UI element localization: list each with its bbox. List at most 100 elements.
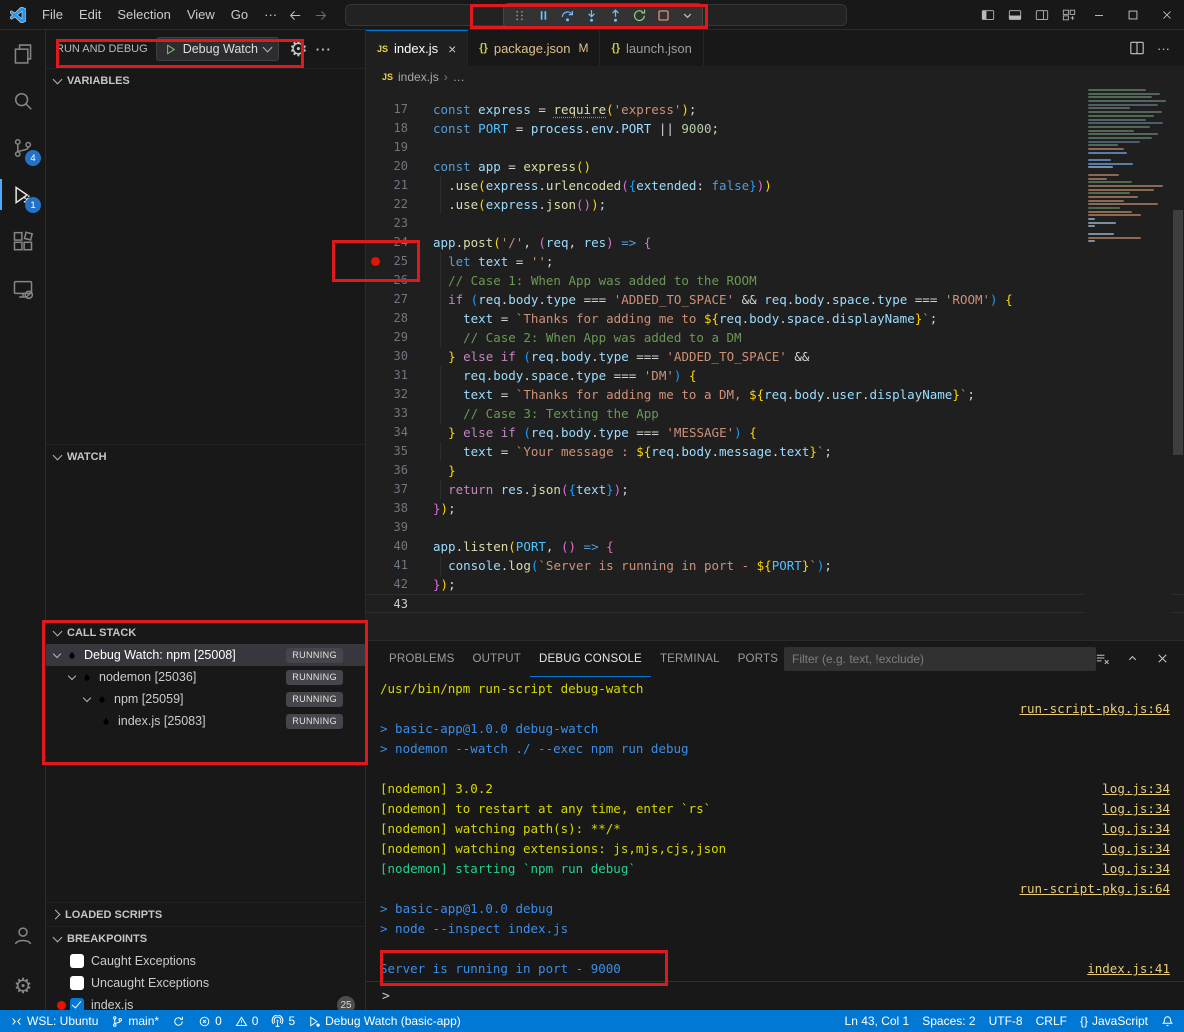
scrollbar-thumb[interactable] (1173, 210, 1183, 455)
status-cursor-position[interactable]: Ln 43, Col 1 (845, 1014, 910, 1028)
debug-session-dropdown[interactable] (675, 5, 699, 27)
code-line[interactable]: 26 // Case 1: When App was added to the … (366, 271, 1184, 290)
status-git-branch[interactable]: main* (111, 1014, 159, 1028)
section-breakpoints[interactable]: BREAKPOINTS (46, 926, 365, 950)
go-forward-icon[interactable] (313, 8, 328, 23)
menu-view[interactable]: View (179, 4, 223, 25)
code-line[interactable]: 43 (366, 594, 1184, 613)
breakpoint-row[interactable]: Uncaught Exceptions (46, 972, 365, 994)
line-number[interactable]: 31 (384, 366, 408, 385)
panel-tab-output[interactable]: OUTPUT (464, 641, 530, 677)
call-stack-row[interactable]: index.js [25083]RUNNING (46, 710, 365, 732)
code-line[interactable]: 37 return res.json({text}); (366, 480, 1184, 499)
close-window-button[interactable] (1150, 0, 1184, 30)
activity-run-and-debug[interactable]: 1 (0, 171, 46, 218)
clear-console-button[interactable] (1095, 651, 1110, 666)
status-warnings-count[interactable]: 0 (235, 1014, 259, 1028)
breakpoint-gutter[interactable] (366, 214, 384, 233)
code-line[interactable]: 28 text = `Thanks for adding me to ${req… (366, 309, 1184, 328)
line-number[interactable]: 34 (384, 423, 408, 442)
stop-button[interactable] (651, 5, 675, 27)
line-number[interactable]: 33 (384, 404, 408, 423)
breakpoint-gutter[interactable] (366, 556, 384, 575)
launch-config-dropdown[interactable]: Debug Watch (156, 37, 279, 61)
code-line[interactable]: 40app.listen(PORT, () => { (366, 537, 1184, 556)
breakpoint-row[interactable]: Caught Exceptions (46, 950, 365, 972)
status-forwarded-ports[interactable]: 5 (271, 1014, 295, 1028)
breadcrumb-symbol[interactable]: … (453, 70, 465, 84)
breakpoint-gutter[interactable] (366, 442, 384, 461)
breakpoint-gutter[interactable] (366, 119, 384, 138)
code-text[interactable]: } else if (req.body.type === 'ADDED_TO_S… (408, 347, 809, 366)
breakpoint-gutter[interactable] (366, 157, 384, 176)
code-text[interactable]: // Case 1: When App was added to the ROO… (408, 271, 757, 290)
tab-launch-json[interactable]: {}launch.json (600, 30, 703, 66)
section-watch[interactable]: WATCH (46, 444, 365, 468)
maximize-panel-button[interactable] (1125, 651, 1140, 666)
activity-manage-settings[interactable]: ⚙ (0, 963, 46, 1010)
code-text[interactable]: const PORT = process.env.PORT || 9000; (408, 119, 719, 138)
customize-layout-button[interactable] (1055, 0, 1082, 30)
breakpoint-gutter[interactable] (366, 595, 384, 612)
breakpoint-gutter[interactable] (366, 404, 384, 423)
editor-more-icon[interactable]: ··· (1157, 41, 1170, 56)
code-line[interactable]: 39 (366, 518, 1184, 537)
code-line[interactable]: 30 } else if (req.body.type === 'ADDED_T… (366, 347, 1184, 366)
line-number[interactable]: 17 (384, 100, 408, 119)
code-text[interactable]: app.post('/', (req, res) => { (408, 233, 651, 252)
breakpoint-gutter[interactable] (366, 366, 384, 385)
breakpoint-gutter[interactable] (366, 461, 384, 480)
code-line[interactable]: 38}); (366, 499, 1184, 518)
breakpoint-checkbox[interactable] (70, 998, 84, 1010)
menu-go[interactable]: Go (223, 4, 256, 25)
status-debug-status[interactable]: Debug Watch (basic-app) (308, 1014, 461, 1028)
code-line[interactable]: 31 req.body.space.type === 'DM') { (366, 366, 1184, 385)
breakpoint-gutter[interactable] (366, 195, 384, 214)
line-number[interactable]: 39 (384, 518, 408, 537)
code-line[interactable]: 20const app = express() (366, 157, 1184, 176)
source-link[interactable]: log.js:34 (1102, 859, 1170, 879)
line-number[interactable]: 20 (384, 157, 408, 176)
code-text[interactable]: text = `Thanks for adding me to a DM, ${… (408, 385, 975, 404)
code-line[interactable]: 29 // Case 2: When App was added to a DM (366, 328, 1184, 347)
activity-search[interactable] (0, 77, 46, 124)
tab-index-js[interactable]: JSindex.js× (366, 30, 468, 66)
source-link[interactable]: log.js:34 (1102, 799, 1170, 819)
code-text[interactable] (408, 518, 433, 537)
line-number[interactable]: 30 (384, 347, 408, 366)
code-text[interactable]: }); (408, 575, 456, 594)
breakpoint-gutter[interactable] (366, 309, 384, 328)
code-text[interactable]: text = `Thanks for adding me to ${req.bo… (408, 309, 937, 328)
breakpoint-gutter[interactable] (366, 518, 384, 537)
tab-package-json[interactable]: {}package.jsonM (468, 30, 600, 66)
code-text[interactable] (408, 138, 433, 157)
code-text[interactable]: if (req.body.type === 'ADDED_TO_SPACE' &… (408, 290, 1013, 309)
code-line[interactable]: 34 } else if (req.body.type === 'MESSAGE… (366, 423, 1184, 442)
code-text[interactable]: console.log(`Server is running in port -… (408, 556, 832, 575)
menu-file[interactable]: File (34, 4, 71, 25)
activity-explorer[interactable] (0, 30, 46, 77)
status-language-mode[interactable]: {}JavaScript (1080, 1014, 1148, 1028)
toggle-secondary-sidebar-button[interactable] (1028, 0, 1055, 30)
call-stack-row[interactable]: nodemon [25036]RUNNING (46, 666, 365, 688)
section-call-stack[interactable]: CALL STACK (46, 620, 365, 644)
source-link[interactable]: index.js:41 (1087, 959, 1170, 979)
code-text[interactable] (408, 595, 433, 612)
configure-gear-icon[interactable]: ⚙ (289, 39, 308, 60)
status-eol[interactable]: CRLF (1036, 1014, 1067, 1028)
code-line[interactable]: 32 text = `Thanks for adding me to a DM,… (366, 385, 1184, 404)
minimize-button[interactable] (1082, 0, 1116, 30)
line-number[interactable]: 42 (384, 575, 408, 594)
code-line[interactable]: 35 text = `Your message : ${req.body.mes… (366, 442, 1184, 461)
repl-prompt[interactable]: > (382, 989, 390, 1004)
code-line[interactable]: 23 (366, 214, 1184, 233)
menu-edit[interactable]: Edit (71, 4, 109, 25)
editor-scrollbar[interactable] (1172, 87, 1184, 640)
code-line[interactable]: 18const PORT = process.env.PORT || 9000; (366, 119, 1184, 138)
section-variables[interactable]: VARIABLES (46, 68, 365, 92)
code-line[interactable]: 19 (366, 138, 1184, 157)
code-text[interactable]: const express = require('express'); (408, 100, 696, 119)
code-text[interactable]: }); (408, 499, 456, 518)
breakpoint-gutter[interactable] (366, 252, 384, 271)
line-number[interactable]: 41 (384, 556, 408, 575)
